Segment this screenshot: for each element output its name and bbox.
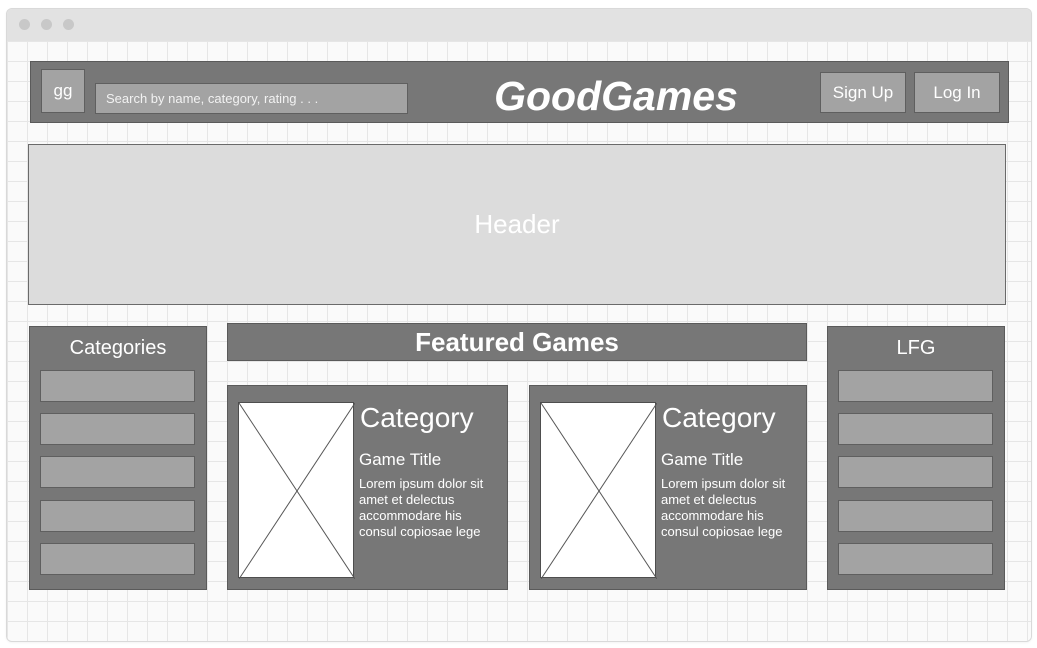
window-close-dot[interactable] bbox=[19, 19, 30, 30]
categories-title: Categories bbox=[69, 337, 167, 359]
window-minimize-dot[interactable] bbox=[41, 19, 52, 30]
game-card[interactable]: Category Game Title Lorem ipsum dolor si… bbox=[227, 385, 508, 590]
lfg-item[interactable] bbox=[838, 543, 993, 575]
lfg-item[interactable] bbox=[838, 413, 993, 445]
game-category: Category bbox=[360, 402, 474, 433]
window-titlebar bbox=[7, 9, 1031, 41]
category-item[interactable] bbox=[40, 413, 195, 445]
categories-panel: Categories bbox=[29, 326, 207, 590]
login-button[interactable]: Log In bbox=[914, 72, 1000, 113]
category-item[interactable] bbox=[40, 456, 195, 488]
game-title[interactable]: Game Title bbox=[359, 450, 441, 470]
image-placeholder-icon bbox=[238, 402, 355, 579]
game-category: Category bbox=[662, 402, 776, 433]
featured-games-title: Featured Games bbox=[227, 323, 807, 361]
lfg-item[interactable] bbox=[838, 456, 993, 488]
top-nav: gg Search by name, category, rating . . … bbox=[30, 61, 1009, 123]
image-placeholder-icon bbox=[540, 402, 657, 579]
game-description: Lorem ipsum dolor sit amet et delectus a… bbox=[661, 476, 786, 539]
search-input[interactable]: Search by name, category, rating . . . bbox=[95, 83, 408, 114]
game-title[interactable]: Game Title bbox=[661, 450, 743, 470]
category-item[interactable] bbox=[40, 500, 195, 532]
lfg-item[interactable] bbox=[838, 500, 993, 532]
lfg-title: LFG bbox=[896, 337, 936, 359]
category-item[interactable] bbox=[40, 370, 195, 402]
site-title: GoodGames bbox=[494, 73, 738, 119]
game-description: Lorem ipsum dolor sit amet et delectus a… bbox=[359, 476, 484, 539]
header-banner: Header bbox=[28, 144, 1006, 305]
browser-window: gg Search by name, category, rating . . … bbox=[6, 8, 1032, 642]
lfg-item[interactable] bbox=[838, 370, 993, 402]
site-logo[interactable]: gg bbox=[41, 69, 85, 113]
window-maximize-dot[interactable] bbox=[63, 19, 74, 30]
game-card[interactable]: Category Game Title Lorem ipsum dolor si… bbox=[529, 385, 807, 590]
wireframe-canvas: gg Search by name, category, rating . . … bbox=[7, 41, 1031, 641]
lfg-panel: LFG bbox=[827, 326, 1005, 590]
signup-button[interactable]: Sign Up bbox=[820, 72, 906, 113]
category-item[interactable] bbox=[40, 543, 195, 575]
